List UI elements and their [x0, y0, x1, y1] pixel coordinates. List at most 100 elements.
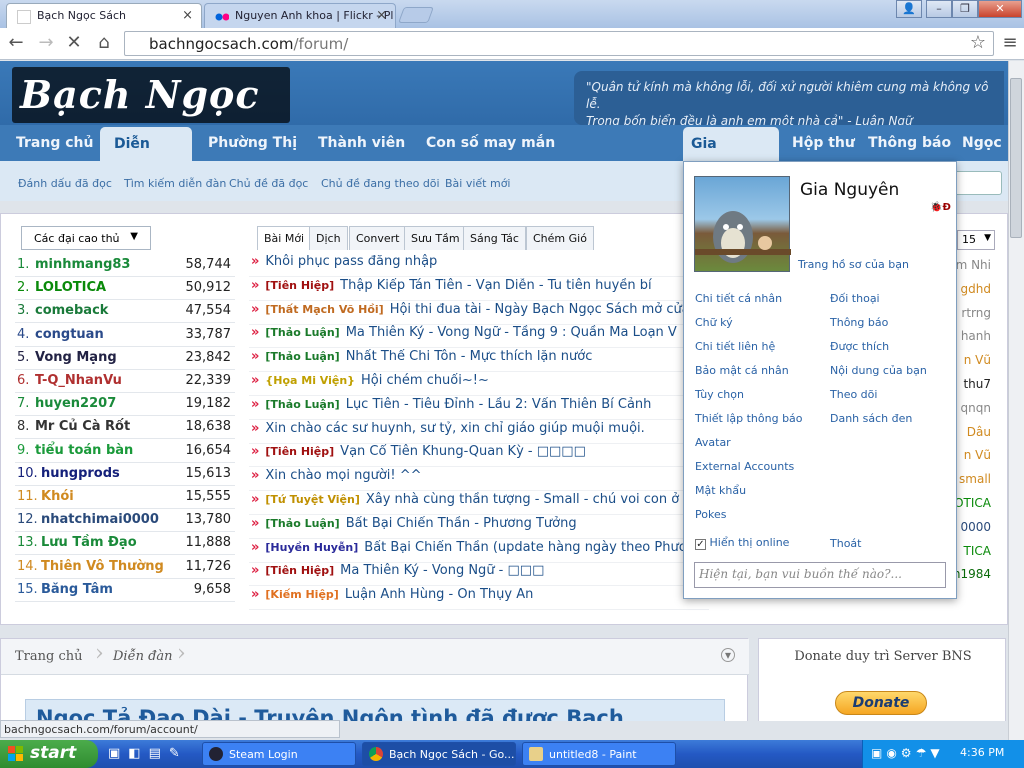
recent-poster[interactable]: thu7 [963, 377, 991, 391]
thread-title[interactable]: Xin chào các sư huynh, sư tỷ, xin chỉ gi… [265, 421, 644, 436]
recent-poster[interactable]: qnqn [961, 401, 991, 415]
breadcrumb-home[interactable]: Trang chủ [15, 649, 83, 664]
menu-pokes[interactable]: Pokes [695, 508, 726, 521]
recent-poster[interactable]: gdhd [961, 282, 991, 296]
thread-row[interactable]: » [Thất Mạch Võ Hồi] Hội thi đua tài - Ngà… [249, 302, 709, 325]
rank-username[interactable]: tiểu toán bàn [35, 443, 133, 458]
breadcrumb-forum[interactable]: Diễn đàn [113, 649, 173, 664]
menu-signature[interactable]: Chữ ký [695, 316, 733, 329]
task-chrome[interactable]: Bạch Ngọc Sách - Go... [362, 742, 516, 766]
subnav-new-posts[interactable]: Bài viết mới [445, 177, 510, 190]
thread-row[interactable]: » [Tứ Tuyệt Viện] Xây nhà cùng thần tượng … [249, 492, 709, 515]
rank-username[interactable]: Mr Củ Cà Rốt [35, 419, 130, 434]
thread-title[interactable]: Hội thi đua tài - Ngày Bạch Ngọc Sách mở… [390, 302, 690, 317]
menu-icon[interactable]: ≡ [998, 31, 1022, 55]
rank-username[interactable]: LOLOTICA [35, 280, 106, 295]
search-input[interactable] [950, 171, 1002, 195]
thread-title[interactable]: Thập Kiếp Tán Tiên - Vạn Diễn - Tu tiên … [340, 278, 651, 293]
thread-title[interactable]: Xây nhà cùng thần tượng - Small - chú vo… [366, 492, 692, 507]
rank-username[interactable]: Thiên Vô Thường [41, 559, 164, 574]
thread-title[interactable]: Lục Tiên - Tiêu Đỉnh - Lầu 2: Vấn Thiên … [346, 397, 652, 412]
minimize-button[interactable]: – [926, 0, 952, 18]
donate-button[interactable]: Donate [835, 691, 927, 715]
menu-password[interactable]: Mật khẩu [695, 484, 746, 497]
thread-title[interactable]: Vạn Cổ Tiên Khung-Quan Kỳ - □□□□ [340, 444, 586, 459]
forward-icon[interactable]: → [34, 31, 58, 55]
recent-poster[interactable]: Dâu [967, 425, 991, 439]
thread-row[interactable]: » {Họa Mi Viện} Hội chém chuối~!~ [249, 373, 709, 396]
page-size-select[interactable]: 15 ▼ [957, 230, 995, 250]
recent-poster[interactable]: n Vũ [964, 353, 991, 367]
thread-title[interactable]: Bất Bại Chiến Thần (update hàng ngày the… [364, 540, 686, 555]
rank-username[interactable]: Khói [41, 489, 74, 504]
new-tab-button[interactable] [398, 7, 434, 23]
task-steam-login[interactable]: Steam Login [202, 742, 356, 766]
nav-members[interactable]: Thành viên [304, 125, 419, 161]
show-online-toggle[interactable]: ✓ Hiển thị online [695, 536, 789, 550]
rank-username[interactable]: minhmang83 [35, 257, 130, 272]
status-input[interactable]: Hiện tại, bạn vui buồn thế nào?... [694, 562, 946, 588]
thread-title[interactable]: Khôi phục pass đăng nhập [265, 254, 437, 269]
recent-poster[interactable]: hanh [961, 329, 991, 343]
recent-poster[interactable]: n Vũ [964, 448, 991, 462]
menu-following[interactable]: Theo dõi [830, 388, 877, 401]
rank-username[interactable]: T-Q_NhanVu [35, 373, 122, 388]
site-logo[interactable]: Bạch Ngọc Sách [12, 67, 290, 173]
home-icon[interactable]: ⌂ [92, 31, 116, 55]
thread-row[interactable]: » [Kiếm Hiệp] Luận Anh Hùng - Ôn Thụy An [249, 587, 709, 611]
close-window-button[interactable]: ✕ [978, 0, 1022, 18]
nav-home[interactable]: Trang chủ [2, 125, 107, 161]
thread-title[interactable]: Ma Thiên Ký - Vong Ngữ - □□□ [340, 563, 544, 578]
announcement-banner[interactable]: Ngọc Tả Đạo Dài - Truyện Ngôn tình đã đư… [25, 699, 725, 721]
thread-row[interactable]: » [Thảo Luận] Ma Thiên Ký - Vong Ngữ - Tần… [249, 325, 709, 349]
collapse-icon[interactable]: ▾ [721, 648, 735, 662]
menu-preferences[interactable]: Tùy chọn [695, 388, 744, 401]
rank-username[interactable]: hungprods [41, 466, 120, 481]
subnav-read-threads[interactable]: Chủ đề đã đọc [229, 177, 308, 190]
thread-title[interactable]: Bất Bại Chiến Thần - Phương Tưởng [346, 516, 577, 531]
menu-ignored[interactable]: Danh sách đen [830, 412, 912, 425]
menu-privacy[interactable]: Bảo mật cá nhân [695, 364, 789, 377]
subnav-mark-read[interactable]: Đánh dấu đã đọc [18, 177, 112, 190]
logout-link[interactable]: Thoát [830, 537, 861, 550]
tab-chat[interactable]: Chém Gió [526, 226, 594, 250]
tab-collected[interactable]: Sưu Tầm [404, 226, 467, 250]
thread-row[interactable]: » [Thảo Luận] Bất Bại Chiến Thần - Phương … [249, 516, 709, 539]
bookmark-star-icon[interactable]: ☆ [966, 31, 990, 55]
subnav-search[interactable]: Tìm kiếm diễn đàn [124, 177, 226, 190]
menu-personal-details[interactable]: Chi tiết cá nhân [695, 292, 782, 305]
leaderboard-dropdown[interactable]: Các đại cao thủ ▼ [21, 226, 151, 250]
thread-row[interactable]: » [Tiên Hiệp] Ma Thiên Ký - Vong Ngữ - □□□ [249, 563, 709, 587]
thread-row[interactable]: » Khôi phục pass đăng nhập [249, 254, 709, 277]
recent-poster[interactable]: TICA [964, 544, 991, 558]
tab-flickr[interactable]: Nguyen Anh khoa | Flickr - Pl × [204, 3, 396, 28]
back-icon[interactable]: ← [4, 31, 28, 55]
thread-row[interactable]: » [Thảo Luận] Nhất Thế Chi Tôn - Mực thích… [249, 349, 709, 373]
profile-link[interactable]: Trang hồ sơ của bạn [798, 258, 909, 271]
user-icon[interactable]: 👤 [896, 0, 922, 18]
start-button[interactable]: start [0, 740, 98, 768]
tab-new-posts[interactable]: Bài Mới [257, 226, 312, 250]
thread-title[interactable]: Hội chém chuối~!~ [361, 373, 489, 388]
tab-convert[interactable]: Convert [349, 226, 407, 250]
nav-user[interactable]: Gia Nguyên [683, 127, 779, 186]
menu-likes[interactable]: Được thích [830, 340, 889, 353]
thread-row[interactable]: » [Huyền Huyễn] Bất Bại Chiến Thần (update… [249, 540, 709, 563]
rank-username[interactable]: Vong Mạng [35, 350, 117, 365]
nav-gems[interactable]: Ngọc [948, 125, 1008, 161]
thread-row[interactable]: » Xin chào mọi người! ^^ [249, 468, 709, 492]
tab-bachngocsach[interactable]: Bạch Ngọc Sách × [6, 3, 202, 28]
menu-external-accounts[interactable]: External Accounts [695, 460, 794, 473]
tab-translated[interactable]: Dịch [309, 226, 348, 250]
rank-username[interactable]: Lưu Tầm Đạo [41, 535, 137, 550]
menu-your-content[interactable]: Nội dung của bạn [830, 364, 927, 377]
quick-launch-icons[interactable]: ▣◧▤✎ [108, 746, 198, 762]
thread-row[interactable]: » [Tiên Hiệp] Vạn Cổ Tiên Khung-Quan Kỳ - … [249, 444, 709, 468]
address-bar[interactable]: bachngocsach.com/forum/ [124, 31, 994, 56]
avatar[interactable] [694, 176, 791, 272]
thread-row[interactable]: » [Tiên Hiệp] Thập Kiếp Tán Tiên - Vạn Diễ… [249, 278, 709, 301]
close-tab-icon[interactable]: × [376, 8, 387, 23]
recent-poster[interactable]: 0000 [960, 520, 991, 534]
menu-contact-details[interactable]: Chi tiết liên hệ [695, 340, 775, 353]
menu-alerts[interactable]: Thông báo [830, 316, 888, 329]
